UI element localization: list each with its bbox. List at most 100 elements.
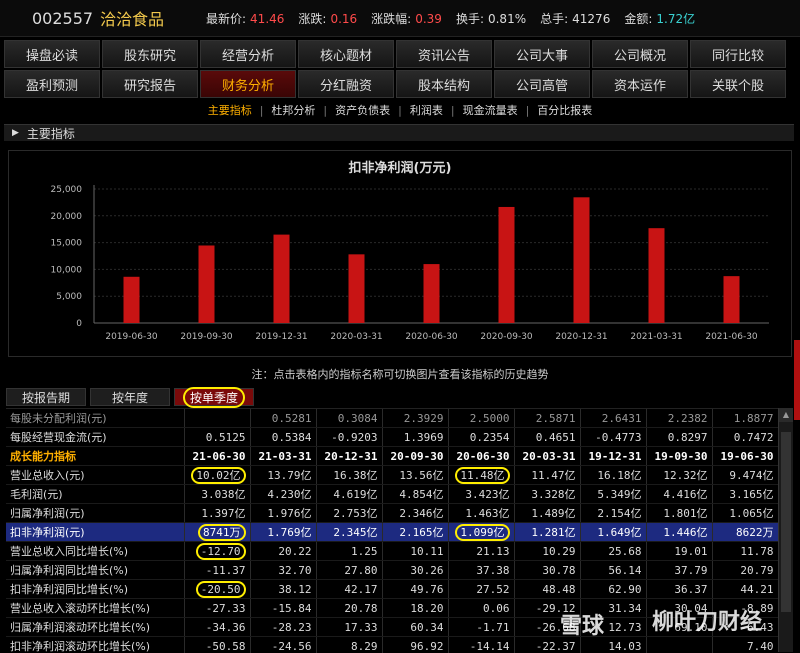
table-cell: 1.065亿	[712, 504, 778, 523]
table-cell: 20.22	[250, 542, 316, 561]
table-cell: 62.90	[580, 580, 646, 599]
table-cell: 4.619亿	[316, 485, 382, 504]
menu-button[interactable]: 公司大事	[494, 40, 590, 68]
table-header-row[interactable]: 成长能力指标21-06-3021-03-3120-12-3120-09-3020…	[6, 447, 778, 466]
menu-button[interactable]: 资本运作	[592, 70, 688, 98]
vertical-scrollbar[interactable]: ▲	[778, 408, 793, 652]
subnav-item[interactable]: 现金流量表	[455, 102, 526, 118]
period-tab[interactable]: 按年度	[90, 388, 170, 406]
table-cell: -28.23	[250, 618, 316, 637]
indicator-name[interactable]: 归属净利润滚动环比增长(%)	[6, 618, 184, 637]
subnav-item[interactable]: 百分比报表	[529, 102, 600, 118]
table-cell: 11.78	[712, 542, 778, 561]
table-cell: -14.14	[448, 637, 514, 653]
table-cell: 10.29	[514, 542, 580, 561]
table-row[interactable]: 扣非净利润(元)8741万1.769亿2.345亿2.165亿1.099亿1.2…	[6, 523, 778, 542]
scroll-thumb[interactable]	[781, 432, 791, 612]
table-row[interactable]: 营业总收入同比增长(%)-12.7020.221.2510.1121.1310.…	[6, 542, 778, 561]
menu-button[interactable]: 经营分析	[200, 40, 296, 68]
table-row[interactable]: 毛利润(元)3.038亿4.230亿4.619亿4.854亿3.423亿3.32…	[6, 485, 778, 504]
quote-item: 总手:41276	[540, 10, 610, 27]
menu-button[interactable]: 股东研究	[102, 40, 198, 68]
quote-item: 换手:0.81%	[456, 10, 526, 27]
table-row[interactable]: 每股未分配利润(元)0.52810.30842.39292.50002.5871…	[6, 409, 778, 428]
y-tick-label: 25,000	[51, 185, 83, 195]
menu-button[interactable]: 操盘必读	[4, 40, 100, 68]
table-cell: 2.154亿	[580, 504, 646, 523]
table-cell: 37.38	[448, 561, 514, 580]
period-tab[interactable]: 按单季度	[174, 388, 254, 406]
x-tick-label: 2020-09-30	[480, 332, 533, 342]
menu-button[interactable]: 盈利预测	[4, 70, 100, 98]
table-cell: 20.79	[712, 561, 778, 580]
table-cell: 21-03-31	[250, 447, 316, 466]
scroll-up-icon[interactable]: ▲	[779, 408, 793, 422]
table-cell: 30.26	[382, 561, 448, 580]
indicator-name[interactable]: 每股经营现金流(元)	[6, 428, 184, 447]
bar	[724, 276, 740, 323]
indicator-name[interactable]: 毛利润(元)	[6, 485, 184, 504]
y-tick-label: 15,000	[51, 239, 83, 249]
table-cell: 96.92	[382, 637, 448, 653]
table-cell: 36.37	[646, 580, 712, 599]
indicator-name[interactable]: 每股未分配利润(元)	[6, 409, 184, 428]
table-row[interactable]: 每股经营现金流(元)0.51250.5384-0.92031.39690.235…	[6, 428, 778, 447]
bar	[124, 277, 140, 323]
table-cell: 1.801亿	[646, 504, 712, 523]
table-row[interactable]: 扣非净利润滚动环比增长(%)-50.58-24.568.2996.92-14.1…	[6, 637, 778, 653]
menu-button[interactable]: 核心题材	[298, 40, 394, 68]
indicator-name[interactable]: 扣非净利润滚动环比增长(%)	[6, 637, 184, 653]
table-cell: -27.33	[184, 599, 250, 618]
table-cell: 13.79亿	[250, 466, 316, 485]
side-tab[interactable]	[794, 340, 800, 420]
subnav-item[interactable]: 杜邦分析	[263, 102, 323, 118]
menu-button[interactable]: 财务分析	[200, 70, 296, 98]
table-cell: 1.463亿	[448, 504, 514, 523]
y-tick-label: 5,000	[56, 292, 82, 302]
table-cell: 1.649亿	[580, 523, 646, 542]
bar	[499, 207, 515, 323]
menu-button[interactable]: 资讯公告	[396, 40, 492, 68]
menu-button[interactable]: 公司高管	[494, 70, 590, 98]
highlight-circle: 8741万	[198, 524, 246, 541]
indicator-name: 成长能力指标	[6, 447, 184, 466]
indicator-name[interactable]: 扣非净利润同比增长(%)	[6, 580, 184, 599]
indicator-name[interactable]: 营业总收入(元)	[6, 466, 184, 485]
subnav-item[interactable]: 资产负债表	[327, 102, 398, 118]
menu-button[interactable]: 研究报告	[102, 70, 198, 98]
quote-list: 最新价:41.46涨跌:0.16涨跌幅:0.39换手:0.81%总手:41276…	[206, 10, 709, 27]
table-cell: 21.13	[448, 542, 514, 561]
indicator-name[interactable]: 归属净利润同比增长(%)	[6, 561, 184, 580]
period-tab[interactable]: 按报告期	[6, 388, 86, 406]
table-row[interactable]: 扣非净利润同比增长(%)-20.5038.1242.1749.7627.5248…	[6, 580, 778, 599]
indicator-name[interactable]: 营业总收入滚动环比增长(%)	[6, 599, 184, 618]
menu-button[interactable]: 股本结构	[396, 70, 492, 98]
table-cell: 1.769亿	[250, 523, 316, 542]
table-cell: 3.328亿	[514, 485, 580, 504]
menu-button[interactable]: 公司概况	[592, 40, 688, 68]
indicator-name[interactable]: 归属净利润(元)	[6, 504, 184, 523]
indicator-name[interactable]: 扣非净利润(元)	[6, 523, 184, 542]
subnav-item[interactable]: 主要指标	[200, 102, 260, 118]
table-row[interactable]: 归属净利润(元)1.397亿1.976亿2.753亿2.346亿1.463亿1.…	[6, 504, 778, 523]
table-row[interactable]: 营业总收入(元)10.02亿13.79亿16.38亿13.56亿11.48亿11…	[6, 466, 778, 485]
menu-button[interactable]: 分红融资	[298, 70, 394, 98]
table-cell: 0.7472	[712, 428, 778, 447]
table-row[interactable]: 归属净利润同比增长(%)-11.3732.7027.8030.2637.3830…	[6, 561, 778, 580]
table-cell: 12.32亿	[646, 466, 712, 485]
table-cell: 10.02亿	[184, 466, 250, 485]
table-cell	[646, 637, 712, 653]
section-header: ▶ 主要指标	[4, 124, 794, 141]
table-cell: -0.9203	[316, 428, 382, 447]
table-cell: 5.349亿	[580, 485, 646, 504]
table-cell: 0.06	[448, 599, 514, 618]
table-cell: 2.5000	[448, 409, 514, 428]
menu-button[interactable]: 关联个股	[690, 70, 786, 98]
subnav-item[interactable]: 利润表	[402, 102, 451, 118]
table-cell: 19.01	[646, 542, 712, 561]
indicator-name[interactable]: 营业总收入同比增长(%)	[6, 542, 184, 561]
menu-button[interactable]: 同行比较	[690, 40, 786, 68]
table-cell: 3.165亿	[712, 485, 778, 504]
table-cell: 11.47亿	[514, 466, 580, 485]
y-tick-label: 20,000	[51, 212, 83, 222]
